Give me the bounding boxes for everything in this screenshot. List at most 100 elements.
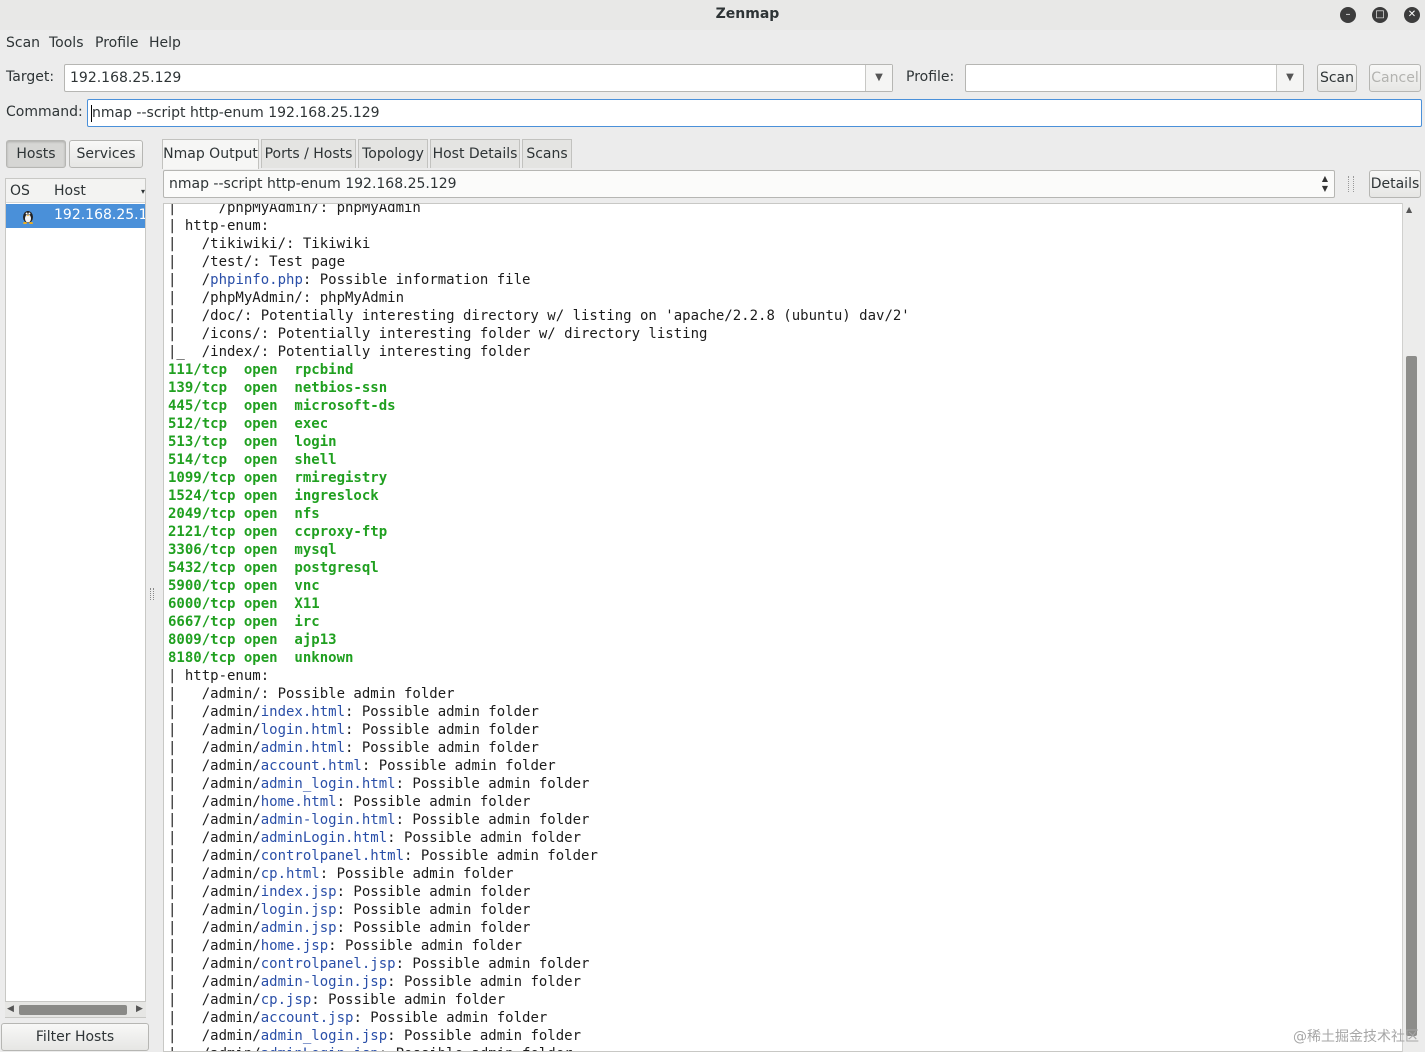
menu-scan[interactable]: Scan	[6, 35, 40, 51]
profile-combobox[interactable]: ▼	[965, 64, 1304, 92]
path-link: home.html	[260, 794, 337, 810]
close-icon[interactable]: ✕	[1404, 7, 1420, 23]
column-header-os[interactable]: OS	[10, 183, 30, 199]
output-line: | /admin/adminLogin.jsp: Possible admin …	[168, 1045, 910, 1051]
output-line: 5432/tcp open postgresql	[168, 559, 910, 577]
host-list[interactable]: OS Host ▾ 192.168.25.129	[5, 178, 146, 1018]
maximize-icon[interactable]: □	[1372, 7, 1388, 23]
output-line: 445/tcp open microsoft-ds	[168, 397, 910, 415]
output-text: : Possible admin folder	[319, 866, 514, 882]
path-link: index.jsp	[260, 884, 337, 900]
nmap-output-text[interactable]: | /phpMyAdmin/: phpMyAdmin | http-enum: | …	[163, 203, 1420, 1052]
output-line: 514/tcp open shell	[168, 451, 910, 469]
tab-host-details[interactable]: Host Details	[430, 139, 520, 168]
output-line: 2121/tcp open ccproxy-ftp	[168, 523, 910, 541]
output-line: 8180/tcp open unknown	[168, 649, 910, 667]
output-text: : Possible admin folder	[395, 956, 590, 972]
output-text: : Possible admin folder	[395, 812, 590, 828]
output-vscrollbar[interactable]: ▲	[1402, 203, 1420, 1052]
details-button[interactable]: Details	[1369, 170, 1421, 198]
output-text: : Possible admin folder	[379, 1046, 573, 1051]
host-list-hscrollbar[interactable]: ◀ ▶	[5, 1001, 146, 1017]
path-link: controlpanel.html	[260, 848, 405, 864]
menu-profile[interactable]: Profile	[95, 35, 139, 51]
sort-icon[interactable]: ▾	[141, 187, 145, 196]
tab-ports-hosts[interactable]: Ports / Hosts	[261, 139, 356, 168]
command-input[interactable]: nmap --script http-enum 192.168.25.129	[87, 99, 1422, 127]
output-text: | /test/: Test page	[168, 254, 346, 270]
hosts-tab-button[interactable]: Hosts	[6, 140, 66, 168]
chevron-down-icon[interactable]: ▼	[865, 65, 892, 91]
minimize-icon[interactable]: –	[1340, 7, 1356, 23]
text-caret	[91, 105, 92, 122]
services-tab-button[interactable]: Services	[69, 140, 143, 168]
output-text: : Possible admin folder	[345, 740, 539, 756]
output-scan-selector-value[interactable]: nmap --script http-enum 192.168.25.129	[169, 176, 457, 192]
toolbar-grip[interactable]	[1348, 176, 1354, 192]
path-link: admin_login.jsp	[260, 1028, 388, 1044]
menu-tools[interactable]: Tools	[49, 35, 84, 51]
column-header-host[interactable]: Host	[54, 183, 86, 199]
output-text: | /admin/	[168, 884, 261, 900]
menu-bar: Scan Tools Profile Help	[0, 30, 1425, 58]
output-line: 513/tcp open login	[168, 433, 910, 451]
host-list-header: OS Host ▾	[6, 179, 145, 203]
command-label: Command:	[6, 104, 83, 120]
output-text: | /admin/	[168, 776, 261, 792]
pane-resize-handle[interactable]	[150, 588, 154, 600]
scrollbar-thumb[interactable]	[1406, 356, 1417, 1036]
menu-help[interactable]: Help	[149, 35, 181, 51]
tab-nmap-output[interactable]: Nmap Output	[162, 139, 259, 169]
command-value[interactable]: nmap --script http-enum 192.168.25.129	[92, 105, 380, 121]
scan-button[interactable]: Scan	[1317, 64, 1357, 92]
path-link: adminLogin.jsp	[261, 1046, 379, 1051]
up-down-arrows-icon[interactable]: ▲ ▼	[1322, 174, 1328, 194]
output-line: 512/tcp open exec	[168, 415, 910, 433]
output-line: | /admin/index.jsp: Possible admin folde…	[168, 883, 910, 901]
scroll-up-icon[interactable]: ▲	[1406, 205, 1412, 214]
open-port-entry: 1099/tcp open rmiregistry	[168, 470, 388, 486]
output-line: | /admin/home.jsp: Possible admin folder	[168, 937, 910, 955]
open-port-entry: 8009/tcp open ajp13	[168, 632, 337, 648]
output-text: | /admin/	[168, 704, 261, 720]
output-text: | /admin/	[168, 830, 261, 846]
output-text: : Possible admin folder	[336, 884, 531, 900]
title-bar: Zenmap – □ ✕	[0, 0, 1425, 30]
output-line: | /admin/controlpanel.jsp: Possible admi…	[168, 955, 910, 973]
output-line: 8009/tcp open ajp13	[168, 631, 910, 649]
tab-scans[interactable]: Scans	[522, 139, 572, 168]
host-row[interactable]: 192.168.25.129	[6, 204, 145, 228]
output-text: | /admin/	[168, 1028, 261, 1044]
output-text: | /admin/	[168, 992, 261, 1008]
path-link: adminLogin.html	[260, 830, 388, 846]
output-text: : Possible admin folder	[311, 992, 506, 1008]
filter-hosts-button[interactable]: Filter Hosts	[1, 1023, 149, 1051]
scroll-left-icon[interactable]: ◀	[7, 1004, 14, 1014]
output-scan-selector[interactable]: nmap --script http-enum 192.168.25.129 ▲…	[163, 170, 1335, 198]
output-line: | /tikiwiki/: Tikiwiki	[168, 235, 910, 253]
cancel-button[interactable]: Cancel	[1369, 64, 1421, 92]
output-line: | /admin/account.jsp: Possible admin fol…	[168, 1009, 910, 1027]
output-line: | /test/: Test page	[168, 253, 910, 271]
tab-topology[interactable]: Topology	[358, 139, 428, 168]
path-link: index.html	[260, 704, 346, 720]
open-port-entry: 5900/tcp open vnc	[168, 578, 320, 594]
host-ip[interactable]: 192.168.25.129	[54, 207, 145, 223]
target-combobox[interactable]: 192.168.25.129 ▼	[64, 64, 893, 92]
output-line: | /admin/admin_login.html: Possible admi…	[168, 775, 910, 793]
output-text: | /tikiwiki/: Tikiwiki	[168, 236, 371, 252]
output-text: | /admin/	[168, 974, 261, 990]
chevron-down-icon[interactable]: ▼	[1276, 65, 1303, 91]
target-value[interactable]: 192.168.25.129	[70, 70, 181, 86]
open-port-entry: 6000/tcp open X11	[168, 596, 320, 612]
profile-label: Profile:	[906, 69, 955, 85]
path-link: home.jsp	[260, 938, 329, 954]
output-line: | /admin/admin.jsp: Possible admin folde…	[168, 919, 910, 937]
scrollbar-thumb[interactable]	[19, 1005, 127, 1015]
scroll-right-icon[interactable]: ▶	[136, 1004, 143, 1014]
output-line: | /admin/controlpanel.html: Possible adm…	[168, 847, 910, 865]
open-port-entry: 1524/tcp open ingreslock	[168, 488, 379, 504]
output-text: | http-enum:	[168, 218, 270, 234]
output-text: : Possible admin folder	[328, 938, 523, 954]
path-link: php	[277, 272, 303, 288]
